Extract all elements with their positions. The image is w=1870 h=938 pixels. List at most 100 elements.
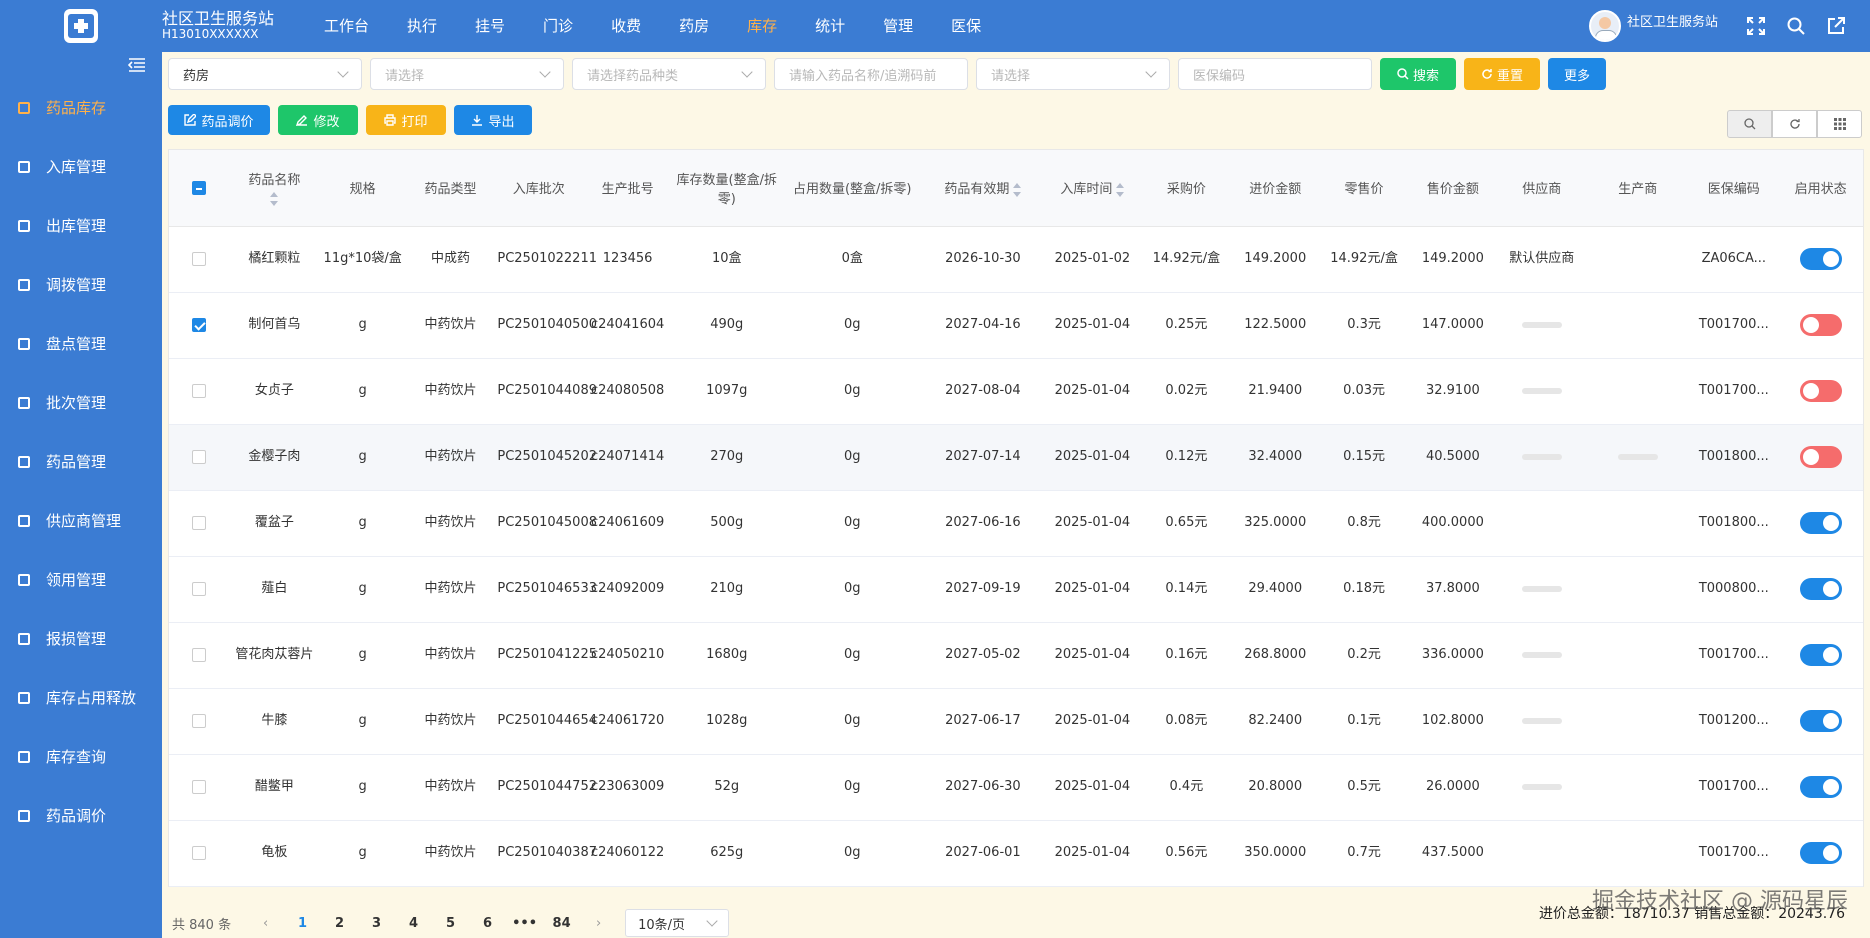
toggle-search-icon[interactable]: [1727, 110, 1772, 138]
refresh-icon[interactable]: [1772, 110, 1817, 138]
nav-item-9[interactable]: 医保: [932, 0, 1000, 52]
row-checkbox[interactable]: [192, 779, 207, 794]
page-7[interactable]: 84: [543, 916, 580, 931]
sidebar-item-2[interactable]: 出库管理: [0, 196, 162, 255]
table-row[interactable]: 女贞子 g 中药饮片 PC2501044089 c24080508 1097g 0g 2027…: [169, 358, 1863, 425]
enabled-toggle[interactable]: [1799, 247, 1842, 270]
nav-item-0[interactable]: 工作台: [305, 0, 388, 52]
pharmacy-select[interactable]: 药房: [168, 58, 362, 90]
col-expiry[interactable]: 药品有效期: [923, 150, 1043, 227]
enabled-toggle[interactable]: [1799, 775, 1842, 798]
enabled-toggle[interactable]: [1799, 445, 1842, 468]
table-row[interactable]: 管花肉苁蓉片 g 中药饮片 PC2501041225 c24050210 1680g 0g 2…: [169, 622, 1863, 689]
sidebar-item-12[interactable]: 药品调价: [0, 786, 162, 845]
enabled-toggle[interactable]: [1799, 577, 1842, 600]
sort-icon[interactable]: [1013, 182, 1022, 197]
table-row[interactable]: 金樱子肉 g 中药饮片 PC2501045202 c24071414 270g 0g 2027…: [169, 424, 1863, 491]
cell-type: 中药饮片: [406, 424, 495, 491]
sidebar-item-6[interactable]: 药品管理: [0, 432, 162, 491]
enabled-toggle[interactable]: [1799, 643, 1842, 666]
cell-retail: 0.7元: [1319, 820, 1409, 887]
page-5[interactable]: 6: [469, 916, 506, 931]
page-6[interactable]: •••: [506, 916, 543, 931]
row-checkbox[interactable]: [192, 845, 207, 860]
price-adjust-button[interactable]: 药品调价: [168, 105, 270, 135]
enabled-toggle[interactable]: [1799, 709, 1842, 732]
sidebar-item-0[interactable]: 药品库存: [0, 78, 162, 137]
drug-type-select[interactable]: 请选择药品种类: [572, 58, 766, 90]
page-3[interactable]: 4: [395, 916, 432, 931]
sort-icon[interactable]: [1116, 182, 1125, 197]
row-checkbox[interactable]: [192, 713, 207, 728]
page-size-select[interactable]: 10条/页: [625, 909, 730, 937]
drug-name-input[interactable]: 请输入药品名称/追溯码前: [774, 58, 968, 90]
logo[interactable]: [0, 0, 162, 52]
search-button[interactable]: 搜索: [1380, 58, 1456, 90]
sidebar-item-3[interactable]: 调拨管理: [0, 255, 162, 314]
export-button[interactable]: 导出: [454, 105, 532, 135]
enabled-toggle[interactable]: [1799, 511, 1842, 534]
enabled-toggle[interactable]: [1799, 379, 1842, 402]
row-checkbox[interactable]: [192, 251, 207, 266]
nav-item-7[interactable]: 统计: [796, 0, 864, 52]
more-button[interactable]: 更多: [1548, 58, 1606, 90]
reset-button[interactable]: 重置: [1464, 58, 1540, 90]
sidebar-item-7[interactable]: 供应商管理: [0, 491, 162, 550]
sort-icon[interactable]: [270, 192, 279, 207]
enabled-toggle[interactable]: [1799, 313, 1842, 336]
external-link-icon[interactable]: [1826, 16, 1846, 36]
avatar[interactable]: [1588, 10, 1621, 42]
row-checkbox[interactable]: [192, 317, 207, 332]
page-0[interactable]: 1: [284, 916, 321, 931]
table-row[interactable]: 薤白 g 中药饮片 PC2501046533 c24092009 210g 0g 2027-0…: [169, 556, 1863, 623]
col-name[interactable]: 药品名称: [229, 150, 319, 227]
nav-item-1[interactable]: 执行: [388, 0, 456, 52]
username[interactable]: 社区卫生服务站: [1627, 11, 1718, 30]
cell-supplier: [1497, 622, 1587, 689]
fullscreen-icon[interactable]: [1746, 16, 1766, 36]
sidebar-item-11[interactable]: 库存查询: [0, 727, 162, 786]
columns-icon[interactable]: [1817, 110, 1862, 138]
page-1[interactable]: 2: [321, 916, 358, 931]
select-all-checkbox[interactable]: [192, 180, 207, 195]
edit-button[interactable]: 修改: [278, 105, 358, 135]
sidebar-item-9[interactable]: 报损管理: [0, 609, 162, 668]
filter-select-1[interactable]: 请选择: [370, 58, 564, 90]
enabled-toggle[interactable]: [1799, 841, 1842, 864]
page-4[interactable]: 5: [432, 916, 469, 931]
prev-page-icon[interactable]: ‹: [247, 916, 284, 931]
nav-item-8[interactable]: 管理: [864, 0, 932, 52]
search-icon[interactable]: [1786, 16, 1806, 36]
table-row[interactable]: 醋鳖甲 g 中药饮片 PC2501044752 c23063009 52g 0g 2027-0…: [169, 754, 1863, 821]
sidebar-item-10[interactable]: 库存占用释放: [0, 668, 162, 727]
cell-enabled: [1778, 358, 1863, 425]
table-row[interactable]: 覆盆子 g 中药饮片 PC2501045008 c24061609 500g 0g 2027-…: [169, 490, 1863, 557]
sidebar-item-8[interactable]: 领用管理: [0, 550, 162, 609]
page-2[interactable]: 3: [358, 916, 395, 931]
row-checkbox[interactable]: [192, 383, 207, 398]
col-in-date[interactable]: 入库时间: [1042, 150, 1142, 227]
row-checkbox[interactable]: [192, 647, 207, 662]
nav-item-2[interactable]: 挂号: [456, 0, 524, 52]
nav-item-6[interactable]: 库存: [728, 0, 796, 52]
table-row[interactable]: 制何首乌 g 中药饮片 PC2501040500 c24041604 490g 0g 2027…: [169, 292, 1863, 359]
row-checkbox[interactable]: [192, 449, 207, 464]
table-row[interactable]: 橘红颗粒 11g*10袋/盒 中成药 PC2501022211 123456 10盒 0盒 2…: [169, 226, 1863, 293]
filter-select-2[interactable]: 请选择: [976, 58, 1170, 90]
row-checkbox[interactable]: [192, 515, 207, 530]
sidebar-item-5[interactable]: 批次管理: [0, 373, 162, 432]
row-checkbox[interactable]: [192, 581, 207, 596]
collapse-menu-icon[interactable]: [0, 52, 162, 78]
next-page-icon[interactable]: ›: [580, 916, 617, 931]
sidebar-item-1[interactable]: 入库管理: [0, 137, 162, 196]
insurance-code-input[interactable]: 医保编码: [1178, 58, 1372, 90]
nav-item-5[interactable]: 药房: [660, 0, 728, 52]
print-button[interactable]: 打印: [366, 105, 446, 135]
nav-item-4[interactable]: 收费: [592, 0, 660, 52]
nav-item-3[interactable]: 门诊: [524, 0, 592, 52]
cell-lot: c24080508: [583, 358, 673, 425]
table-row[interactable]: 牛膝 g 中药饮片 PC2501044654 c24061720 1028g 0g 2027-…: [169, 688, 1863, 755]
sidebar-item-4[interactable]: 盘点管理: [0, 314, 162, 373]
table-row[interactable]: 龟板 g 中药饮片 PC2501040387 c24060122 625g 0g 2027-0…: [169, 820, 1863, 887]
top-nav: 工作台 执行 挂号 门诊 收费 药房 库存 统计 管理 医保: [305, 0, 1000, 52]
